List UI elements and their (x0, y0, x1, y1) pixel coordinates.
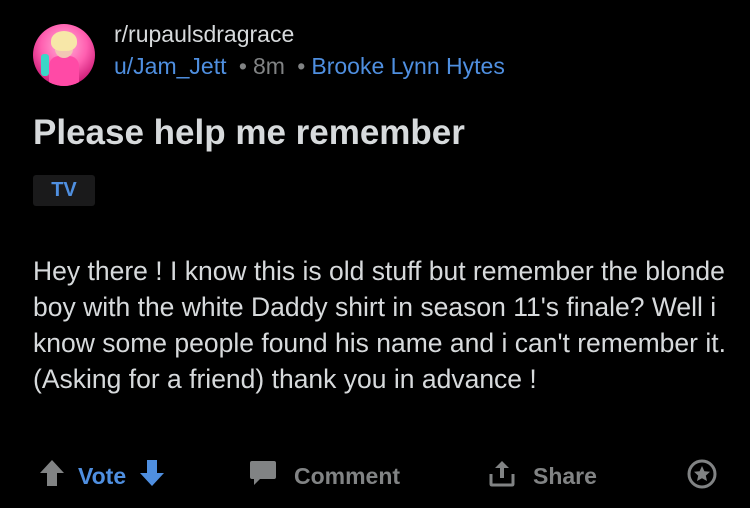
post-title: Please help me remember (33, 113, 465, 152)
avatar-detail (41, 54, 49, 76)
share-label: Share (533, 462, 597, 489)
award-icon (686, 458, 718, 496)
avatar-detail (49, 56, 79, 86)
post-body: Hey there ! I know this is old stuff but… (33, 256, 726, 394)
post-header: r/rupaulsdragrace u/Jam_Jett • 8m • Brooke… (30, 18, 730, 88)
arrow-down-icon[interactable] (138, 458, 166, 494)
speech-bubble-icon (248, 458, 278, 494)
vote-group: Vote (38, 458, 166, 494)
meta-separator: • (238, 53, 247, 79)
meta-separator: • (297, 53, 306, 79)
post-age: 8m (252, 53, 285, 79)
award-button[interactable] (686, 458, 718, 496)
author-link[interactable]: u/Jam_Jett (114, 53, 227, 79)
subreddit-name[interactable]: r/rupaulsdragrace (114, 21, 294, 48)
avatar-detail (51, 31, 77, 51)
post-action-bar: Vote Comment Share (0, 452, 750, 496)
subreddit-avatar[interactable] (33, 24, 95, 86)
share-button[interactable]: Share (487, 458, 597, 494)
arrow-up-icon[interactable] (38, 458, 66, 494)
share-icon (487, 458, 517, 494)
post-meta: u/Jam_Jett • 8m • Brooke Lynn Hytes (114, 53, 505, 80)
user-flair: Brooke Lynn Hytes (311, 53, 505, 79)
comment-button[interactable]: Comment (248, 458, 400, 494)
vote-label: Vote (78, 462, 127, 489)
comment-label: Comment (294, 462, 401, 489)
post-flair-badge[interactable]: TV (33, 175, 95, 206)
